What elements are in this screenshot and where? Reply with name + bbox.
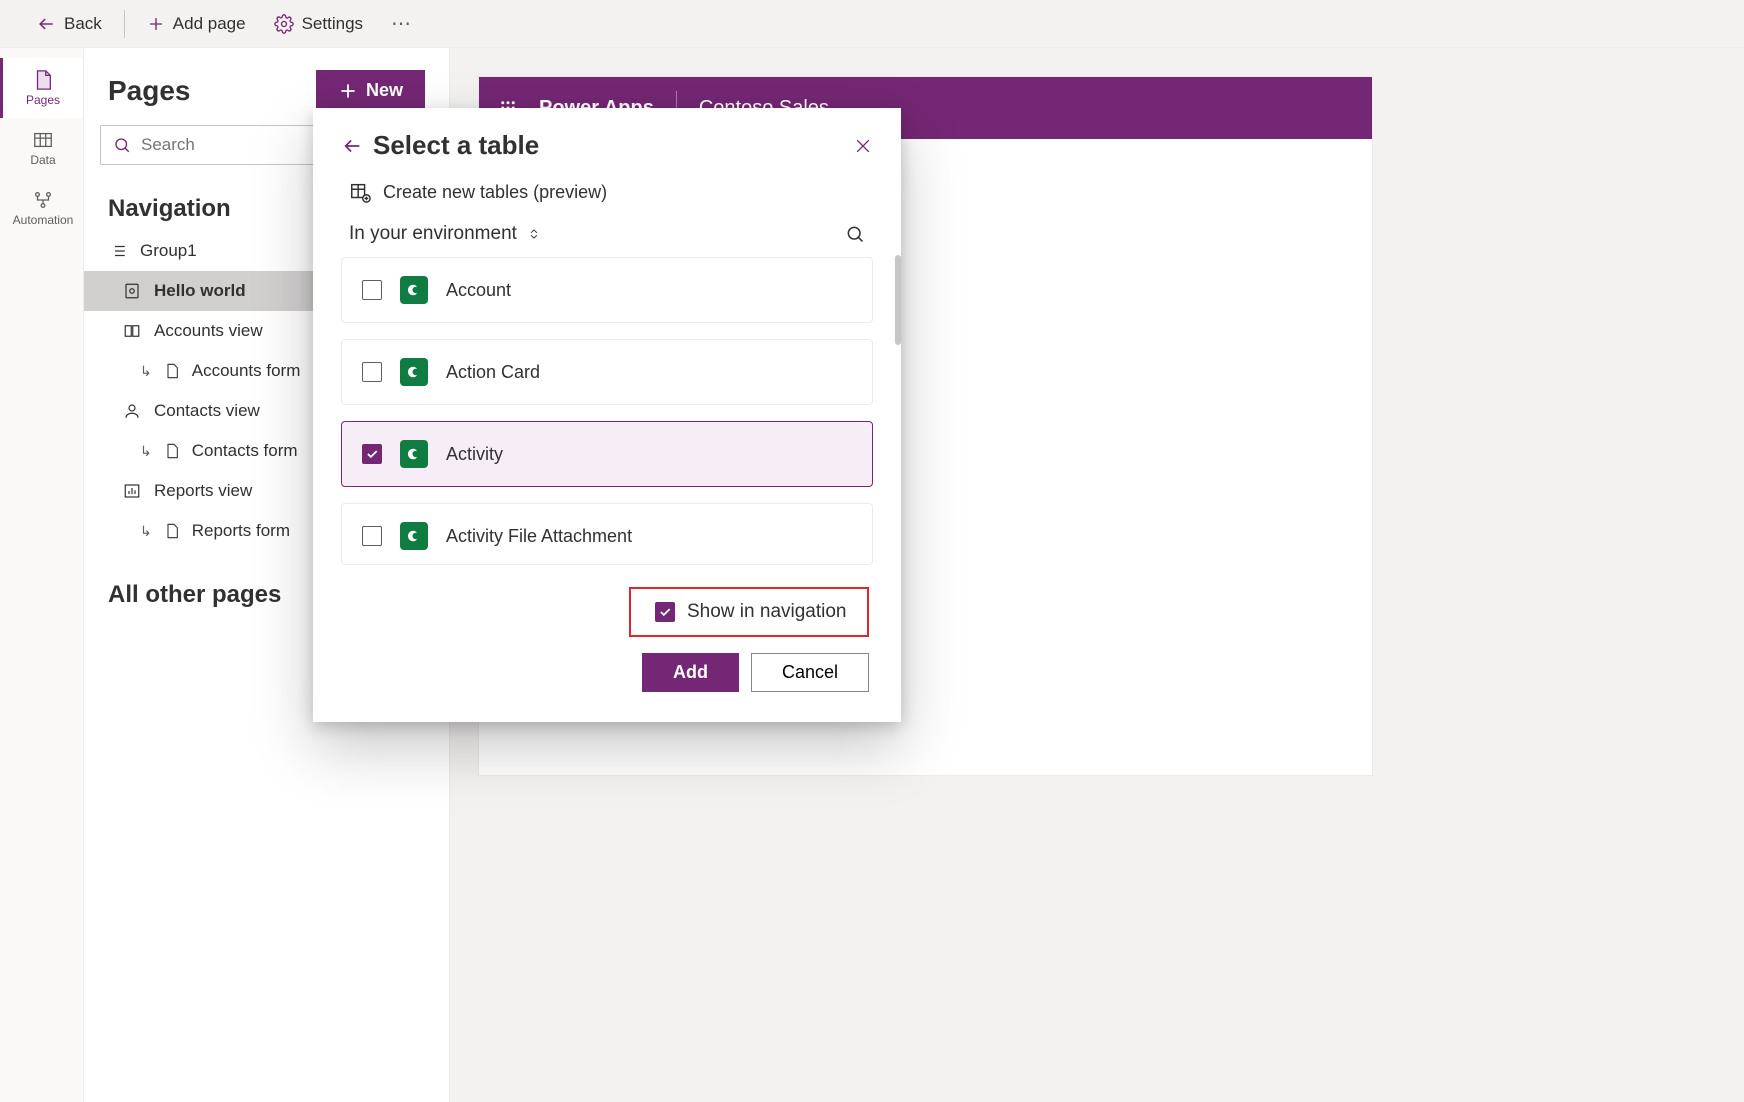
form-icon (162, 443, 182, 459)
environment-row: In your environment (313, 213, 901, 255)
sort-icon[interactable] (527, 225, 541, 243)
sublink-icon: ↳ (140, 363, 152, 380)
panel-title: Pages (108, 75, 191, 107)
table-name: Activity (446, 444, 503, 465)
rail-data-label: Data (30, 153, 55, 167)
rail-automation[interactable]: Automation (0, 178, 83, 238)
dialog-close-button[interactable] (853, 136, 873, 156)
form-icon (162, 363, 182, 379)
top-toolbar: Back Add page Settings ⋯ (0, 0, 1744, 48)
table-item-account[interactable]: Account (341, 257, 873, 323)
sublink-icon: ↳ (140, 523, 152, 540)
add-button[interactable]: Add (642, 653, 739, 692)
back-label: Back (64, 14, 102, 34)
table-name: Action Card (446, 362, 540, 383)
gear-icon (274, 14, 294, 34)
search-tables-button[interactable] (845, 224, 865, 244)
dialog-back-button[interactable] (341, 135, 363, 157)
custom-page-icon (122, 282, 142, 300)
table-plus-icon (349, 181, 371, 203)
plus-icon (338, 81, 358, 101)
dialog-header: Select a table (313, 108, 901, 167)
list-icon (108, 242, 128, 260)
new-button-label: New (366, 80, 403, 101)
table-icon (32, 129, 54, 151)
left-rail: Pages Data Automation (0, 48, 84, 1102)
checkbox[interactable] (362, 526, 382, 546)
table-item-activity-file[interactable]: Activity File Attachment (341, 503, 873, 565)
rail-pages-label: Pages (26, 93, 60, 107)
table-name: Activity File Attachment (446, 526, 632, 547)
dataverse-icon (400, 522, 428, 550)
toolbar-separator (124, 10, 125, 38)
dialog-title: Select a table (373, 130, 843, 161)
automation-icon (32, 189, 54, 211)
rail-data[interactable]: Data (0, 118, 83, 178)
table-item-activity[interactable]: Activity (341, 421, 873, 487)
add-page-button[interactable]: Add page (135, 8, 258, 40)
chart-icon (122, 482, 142, 500)
nav-contacts-form-label: Contacts form (192, 441, 298, 461)
person-icon (122, 402, 142, 420)
nav-accounts-view-label: Accounts view (154, 321, 263, 341)
checkbox[interactable] (655, 602, 675, 622)
table-item-action-card[interactable]: Action Card (341, 339, 873, 405)
create-new-tables-link[interactable]: Create new tables (preview) (313, 167, 901, 213)
nav-reports-view-label: Reports view (154, 481, 252, 501)
environment-label: In your environment (349, 223, 517, 245)
cancel-button[interactable]: Cancel (751, 653, 869, 692)
page-icon (32, 69, 54, 91)
ellipsis-icon: ⋯ (391, 11, 411, 36)
nav-group-label: Group1 (140, 241, 197, 261)
back-button[interactable]: Back (24, 8, 114, 40)
view-icon (122, 322, 142, 340)
show-in-nav-label: Show in navigation (687, 601, 847, 623)
dataverse-icon (400, 440, 428, 468)
checkbox[interactable] (362, 362, 382, 382)
scrollbar[interactable] (895, 255, 901, 345)
checkbox[interactable] (362, 444, 382, 464)
show-in-navigation-option[interactable]: Show in navigation (629, 587, 869, 637)
more-button[interactable]: ⋯ (379, 5, 423, 42)
create-new-tables-label: Create new tables (preview) (383, 182, 607, 203)
table-list: Account Action Card Activity (313, 255, 901, 565)
dataverse-icon (400, 276, 428, 304)
nav-reports-form-label: Reports form (192, 521, 290, 541)
dataverse-icon (400, 358, 428, 386)
search-icon (113, 136, 131, 154)
checkbox[interactable] (362, 280, 382, 300)
nav-contacts-view-label: Contacts view (154, 401, 260, 421)
sublink-icon: ↳ (140, 443, 152, 460)
form-icon (162, 523, 182, 539)
back-arrow-icon (36, 14, 56, 34)
nav-hello-label: Hello world (154, 281, 246, 301)
table-name: Account (446, 280, 511, 301)
select-table-dialog: Select a table Create new tables (previe… (313, 108, 901, 722)
rail-automation-label: Automation (13, 213, 74, 227)
add-page-label: Add page (173, 14, 246, 34)
nav-accounts-form-label: Accounts form (192, 361, 301, 381)
plus-icon (147, 15, 165, 33)
dialog-footer: Show in navigation Add Cancel (313, 581, 901, 692)
new-button[interactable]: New (316, 70, 425, 111)
rail-pages[interactable]: Pages (0, 58, 83, 118)
settings-button[interactable]: Settings (262, 8, 375, 40)
settings-label: Settings (302, 14, 363, 34)
